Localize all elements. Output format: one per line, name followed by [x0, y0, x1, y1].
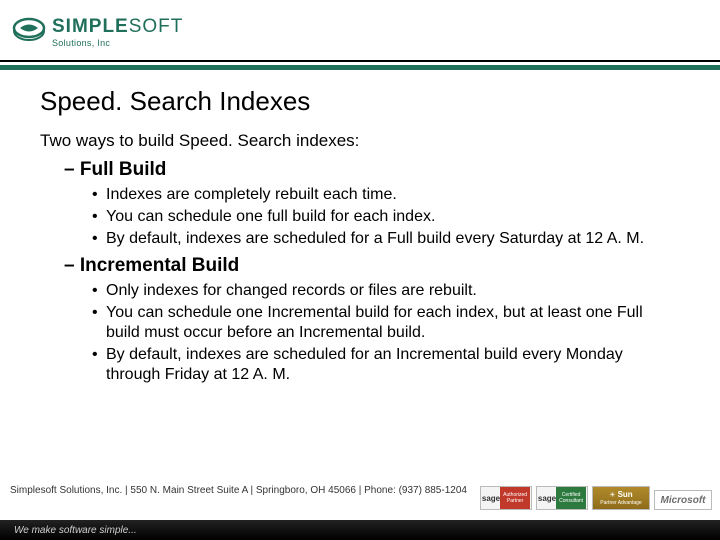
- logo-subline: Solutions, Inc: [52, 38, 183, 48]
- list-item: Only indexes for changed records or file…: [92, 281, 652, 301]
- header: SIMPLESOFT Solutions, Inc: [0, 0, 720, 64]
- list-item: By default, indexes are scheduled for a …: [92, 229, 652, 249]
- slide-title: Speed. Search Indexes: [40, 86, 680, 117]
- header-divider: [0, 60, 720, 62]
- list-item: By default, indexes are scheduled for an…: [92, 345, 652, 385]
- logo-name: SIMPLESOFT: [52, 16, 183, 38]
- footer-tagline: We make software simple...: [14, 525, 137, 536]
- list-item: You can schedule one Incremental build f…: [92, 303, 652, 343]
- slide-intro: Two ways to build Speed. Search indexes:: [40, 131, 680, 151]
- microsoft-badge: Microsoft: [654, 490, 712, 510]
- slide-content: Speed. Search Indexes Two ways to build …: [0, 64, 720, 385]
- logo: SIMPLESOFT Solutions, Inc: [12, 13, 183, 52]
- section-label-incremental-build: Incremental Build: [64, 255, 680, 277]
- footer-bar: We make software simple...: [0, 520, 720, 540]
- sun-partner-badge: ☀ Sun Partner Advantage: [592, 486, 650, 510]
- sage-certified-badge: sage Certified Consultant: [536, 486, 588, 510]
- header-accent: [0, 65, 720, 70]
- incremental-build-list: Only indexes for changed records or file…: [92, 281, 680, 385]
- partner-badges: sage Authorized Partner sage Certified C…: [480, 486, 712, 510]
- list-item: Indexes are completely rebuilt each time…: [92, 185, 652, 205]
- sage-authorized-badge: sage Authorized Partner: [480, 486, 532, 510]
- footer-info: Simplesoft Solutions, Inc. | 550 N. Main…: [10, 485, 467, 496]
- logo-icon: [12, 13, 46, 52]
- list-item: You can schedule one full build for each…: [92, 207, 652, 227]
- section-label-full-build: Full Build: [64, 159, 680, 181]
- full-build-list: Indexes are completely rebuilt each time…: [92, 185, 680, 249]
